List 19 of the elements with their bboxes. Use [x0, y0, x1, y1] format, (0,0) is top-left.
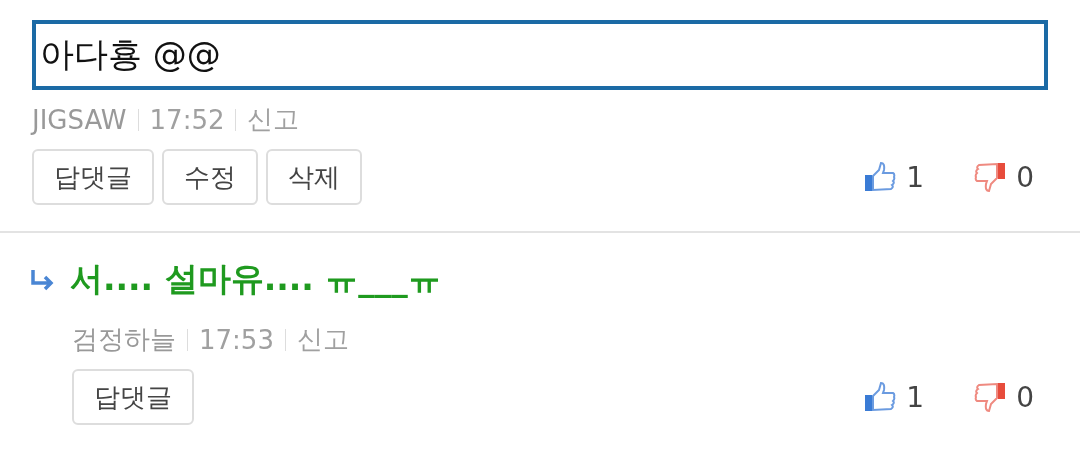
reply-text: 서.... 설마유.... ㅠ___ㅠ — [70, 258, 441, 300]
comment-time: 17:53 — [199, 324, 274, 355]
author-name: JIGSAW — [32, 104, 127, 135]
reply-arrow-icon — [30, 268, 56, 291]
comment-action-button[interactable]: 답댓글 — [32, 149, 154, 205]
comment-action-button[interactable]: 답댓글 — [72, 369, 194, 425]
comment-time: 17:52 — [149, 104, 225, 135]
comment-action-button[interactable]: 삭제 — [266, 149, 362, 205]
thumbs-down-icon — [974, 382, 1007, 412]
dislike-count: 0 — [1016, 380, 1034, 414]
comment-edit-field[interactable]: 아다횽 @@ — [32, 20, 1048, 90]
comment-action-button[interactable]: 수정 — [162, 149, 258, 205]
thumbs-up-icon — [864, 382, 897, 412]
thumbs-down-icon — [974, 162, 1007, 192]
dislike-count: 0 — [1016, 160, 1034, 194]
like-count: 1 — [906, 380, 925, 414]
thumbs-up-icon — [864, 162, 897, 192]
like-count: 1 — [906, 160, 925, 194]
author-name: 검정하늘 — [72, 323, 176, 356]
